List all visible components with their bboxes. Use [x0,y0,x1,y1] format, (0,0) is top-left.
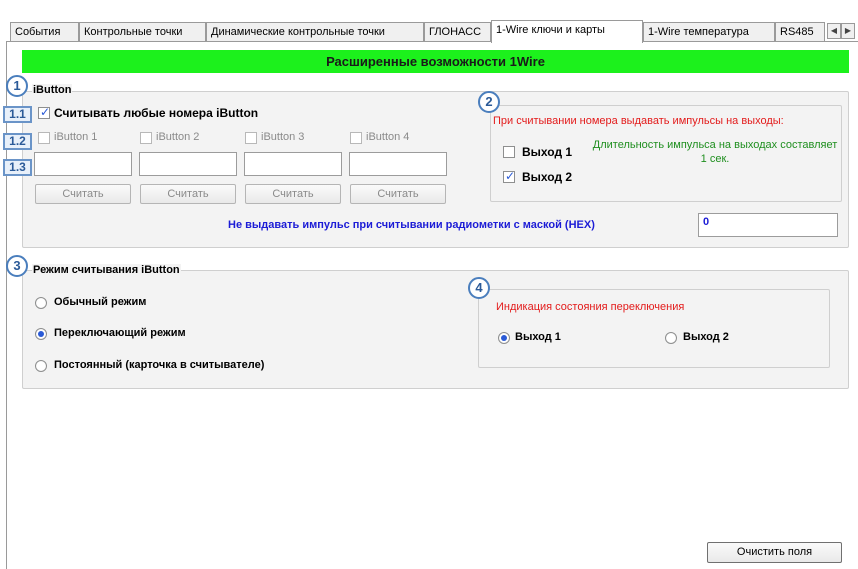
ibutton-1-input[interactable] [34,152,132,176]
indication-output-1-radio[interactable] [498,332,510,344]
ibutton-1-checkbox[interactable] [38,132,50,144]
pulse-duration-note: Длительность импульса на выходах составл… [592,139,838,165]
hex-mask-label: Не выдавать импульс при считывании радио… [228,219,595,231]
ibutton-3-checkbox[interactable] [245,132,257,144]
tab-label: 1-Wire ключи и карты [496,24,605,36]
read-any-ibutton-label: Считывать любые номера iButton [54,106,259,120]
pulse-output-1-checkbox[interactable] [503,146,515,158]
tab-label: RS485 [780,26,814,38]
mode-normal-label: Обычный режим [54,296,147,308]
ibutton-4-checkbox[interactable] [350,132,362,144]
read-ibutton-1-button[interactable]: Считать [35,184,131,204]
tab-1wire-keys[interactable]: 1-Wire ключи и карты [491,20,643,43]
tab-dynamic-checkpoints[interactable]: Динамические контрольные точки [206,22,424,42]
ibutton-3-input[interactable] [244,152,342,176]
mode-permanent-radio[interactable] [35,360,47,372]
read-any-ibutton-checkbox[interactable]: ✓ [38,105,51,119]
pulse-outputs-title: При считывании номера выдавать импульсы … [493,115,784,127]
tab-scroll-left-icon[interactable]: ◀ [827,23,841,39]
page-banner: Расширенные возможности 1Wire [22,50,849,73]
read-ibutton-4-button[interactable]: Считать [350,184,446,204]
callout-2: 2 [478,91,500,113]
pulse-output-1-label: Выход 1 [522,145,573,159]
tab-label: Динамические контрольные точки [211,26,385,38]
tab-label: 1-Wire температура [648,26,749,38]
pulse-output-2-checkbox[interactable]: ✓ [503,169,516,183]
tab-label: ГЛОНАСС [429,26,482,38]
tab-glonass[interactable]: ГЛОНАСС [424,22,491,42]
radio-dot-icon [38,331,44,337]
tab-rs485[interactable]: RS485 [775,22,825,42]
callout-1-3: 1.3 [3,159,32,176]
ibutton-1-label: iButton 1 [54,131,98,143]
indication-output-1-label: Выход 1 [515,331,561,343]
pulse-output-2-label: Выход 2 [522,170,573,184]
ibutton-group-title: iButton [32,84,73,96]
read-ibutton-2-button[interactable]: Считать [140,184,236,204]
ibutton-2-checkbox[interactable] [140,132,152,144]
indication-output-2-radio[interactable] [665,332,677,344]
tab-label: События [15,26,61,38]
mode-normal-radio[interactable] [35,297,47,309]
read-mode-title: Режим считывания iButton [32,264,181,276]
ibutton-4-label: iButton 4 [366,131,410,143]
callout-4: 4 [468,277,490,299]
ibutton-4-input[interactable] [349,152,447,176]
switch-indication-title: Индикация состояния переключения [496,301,685,313]
mode-permanent-label: Постоянный (карточка в считывателе) [54,359,265,371]
callout-1-2: 1.2 [3,133,32,150]
callout-1: 1 [6,75,28,97]
tab-1wire-temperature[interactable]: 1-Wire температура [643,22,775,42]
callout-1-1: 1.1 [3,106,32,123]
indication-output-2-label: Выход 2 [683,331,729,343]
checkmark-icon: ✓ [40,105,51,119]
tab-label: Контрольные точки [84,26,183,38]
hex-mask-input[interactable]: 0 [698,213,838,237]
tab-strip: События Контрольные точки Динамические к… [0,20,858,43]
checkmark-icon: ✓ [505,169,516,183]
mode-toggle-label: Переключающий режим [54,327,186,339]
callout-3: 3 [6,255,28,277]
tab-events[interactable]: События [10,22,79,42]
ibutton-3-label: iButton 3 [261,131,305,143]
tab-checkpoints[interactable]: Контрольные точки [79,22,206,42]
ibutton-2-input[interactable] [139,152,237,176]
ibutton-2-label: iButton 2 [156,131,200,143]
mode-toggle-radio[interactable] [35,328,47,340]
radio-dot-icon [501,335,507,341]
clear-fields-button[interactable]: Очистить поля [707,542,842,563]
tab-scroll-right-icon[interactable]: ▶ [841,23,855,39]
read-ibutton-3-button[interactable]: Считать [245,184,341,204]
